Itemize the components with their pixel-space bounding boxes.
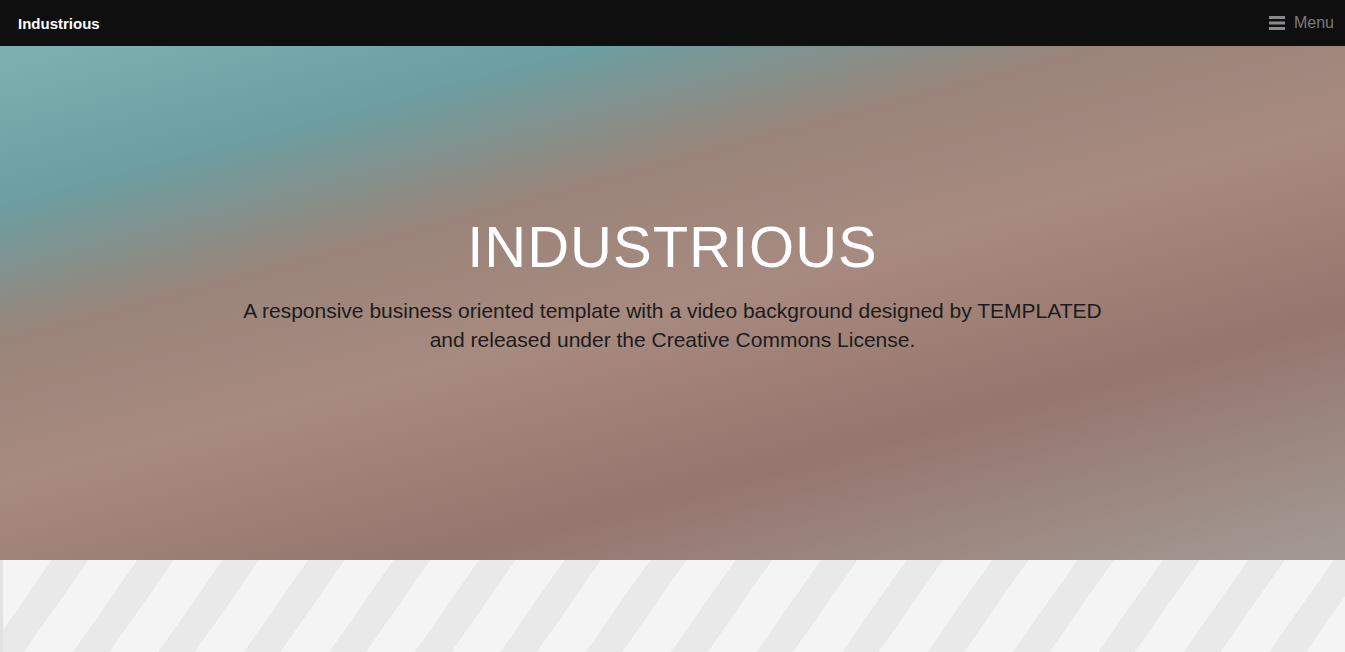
page: Industrious Menu INDUSTRIOUS A responsive b… [0, 0, 1345, 652]
hamburger-icon [1269, 16, 1285, 30]
navbar: Industrious Menu [0, 0, 1345, 46]
hero-subtitle: A responsive business oriented template … [233, 296, 1113, 354]
hero-title: INDUSTRIOUS [467, 212, 878, 282]
menu-button[interactable]: Menu [1269, 14, 1334, 32]
hero-banner: INDUSTRIOUS A responsive business oriente… [0, 46, 1345, 560]
logo-link[interactable]: Industrious [18, 15, 100, 32]
menu-label: Menu [1294, 14, 1334, 32]
content-section [0, 560, 1345, 652]
